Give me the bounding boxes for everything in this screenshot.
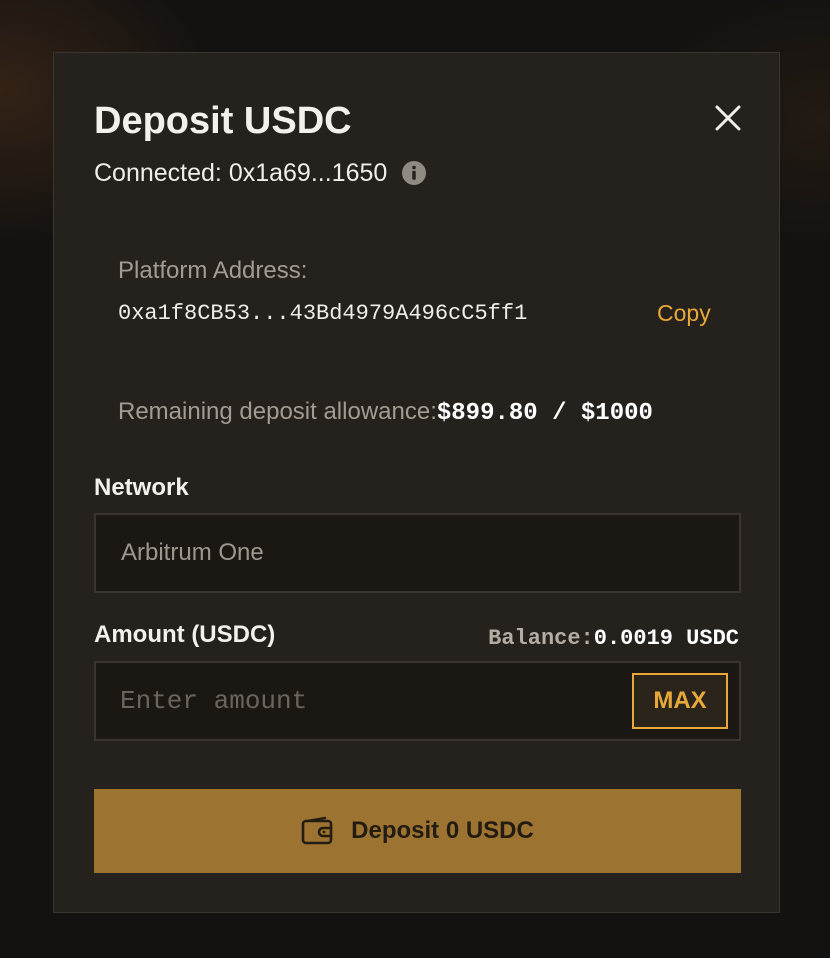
info-icon[interactable] — [401, 160, 427, 186]
amount-label: Amount (USDC) — [94, 621, 276, 648]
allowance-value: $899.80 / $1000 — [436, 400, 653, 427]
deposit-button[interactable]: Deposit 0 USDC — [94, 789, 741, 873]
wallet-icon — [301, 816, 333, 845]
balance-value: 0.0019 USDC — [593, 626, 739, 651]
connected-status: Connected: 0x1a69...1650 — [94, 157, 427, 189]
network-label: Network — [94, 474, 189, 501]
connected-address: Connected: 0x1a69...1650 — [94, 159, 388, 187]
copy-address-button[interactable]: Copy — [657, 298, 711, 328]
platform-address-value: 0xa1f8CB53...43Bd4979A496cC5ff1 — [118, 301, 528, 326]
network-selected-value: Arbitrum One — [121, 539, 264, 566]
deposit-button-label: Deposit 0 USDC — [351, 817, 534, 844]
platform-address-label: Platform Address: — [118, 257, 308, 284]
modal-title: Deposit USDC — [94, 100, 352, 142]
amount-input[interactable] — [120, 663, 600, 739]
amount-field: MAX — [94, 661, 741, 741]
balance-display: Balance:0.0019 USDC — [488, 624, 739, 654]
deposit-modal: Deposit USDC Connected: 0x1a69...1650 Pl… — [53, 52, 780, 913]
close-icon — [715, 105, 741, 131]
balance-label: Balance: — [488, 626, 594, 651]
allowance-label: Remaining deposit allowance: — [118, 398, 437, 425]
close-button[interactable] — [713, 103, 743, 133]
network-select[interactable]: Arbitrum One — [94, 513, 741, 593]
deposit-allowance: Remaining deposit allowance: $899.80 / $… — [118, 396, 653, 430]
max-button[interactable]: MAX — [632, 673, 728, 729]
